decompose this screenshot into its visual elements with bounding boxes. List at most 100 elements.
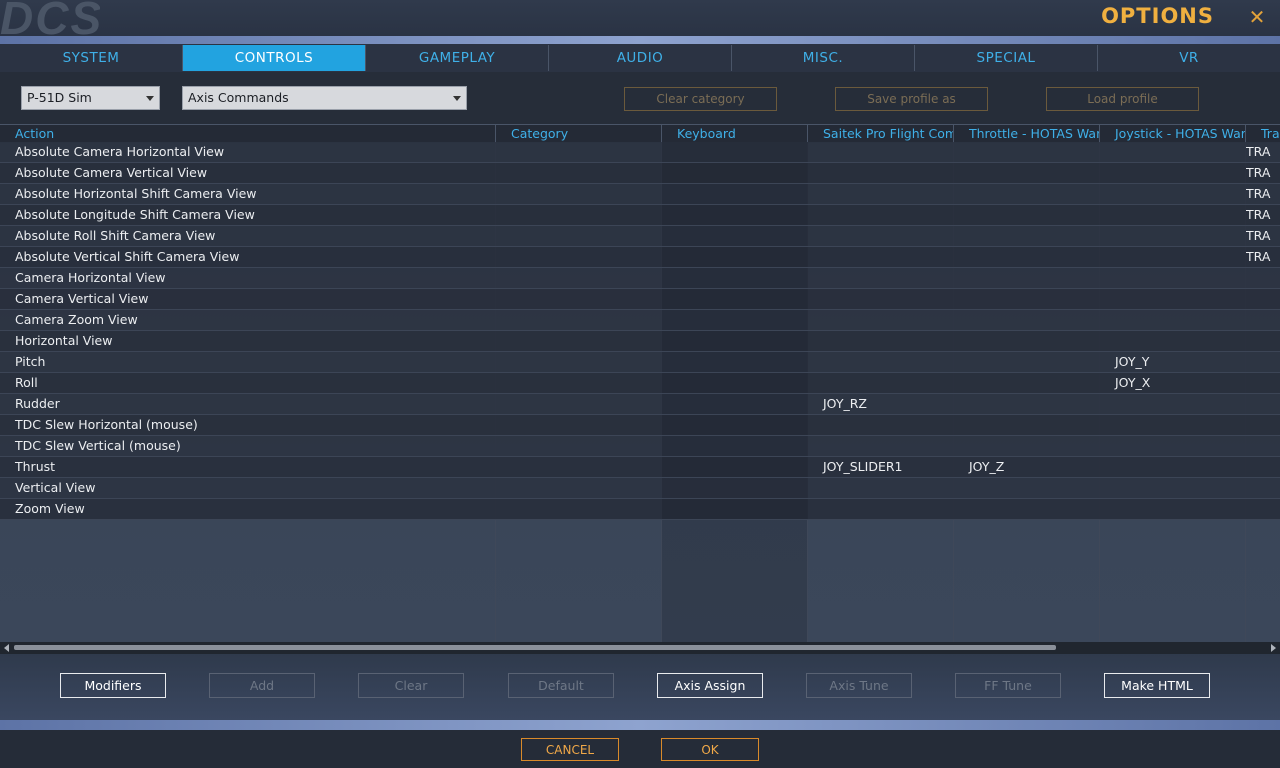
table-row[interactable]: Vertical View (0, 478, 1280, 499)
table-row[interactable]: Horizontal View (0, 331, 1280, 352)
table-row[interactable]: Absolute Longitude Shift Camera View TRA (0, 205, 1280, 226)
cell-track[interactable]: TRA (1246, 226, 1280, 246)
cell-keyboard[interactable] (662, 268, 808, 288)
cell-action[interactable]: Absolute Longitude Shift Camera View (0, 205, 496, 225)
cell-category[interactable] (496, 499, 662, 519)
column-header-throttle[interactable]: Throttle - HOTAS Wart (954, 125, 1100, 143)
save-profile-button[interactable]: Save profile as (835, 87, 988, 111)
cell-track[interactable]: TRA (1246, 184, 1280, 204)
tab-misc[interactable]: MISC. (732, 45, 915, 71)
cell-saitek[interactable] (808, 436, 954, 456)
cell-saitek[interactable]: JOY_SLIDER1 (808, 457, 954, 477)
aircraft-select[interactable]: P-51D Sim (21, 86, 160, 110)
cell-action[interactable]: Vertical View (0, 478, 496, 498)
cell-keyboard[interactable] (662, 352, 808, 372)
cell-keyboard[interactable] (662, 394, 808, 414)
cell-saitek[interactable] (808, 415, 954, 435)
cell-track[interactable] (1246, 436, 1280, 456)
axis-tune-button[interactable]: Axis Tune (806, 673, 912, 698)
cell-action[interactable]: Absolute Camera Vertical View (0, 163, 496, 183)
table-row[interactable]: Camera Zoom View (0, 310, 1280, 331)
scroll-right-icon[interactable] (1271, 644, 1276, 652)
cell-action[interactable]: Horizontal View (0, 331, 496, 351)
cell-category[interactable] (496, 247, 662, 267)
cell-category[interactable] (496, 436, 662, 456)
cell-joystick[interactable] (1100, 499, 1246, 519)
modifiers-button[interactable]: Modifiers (60, 673, 166, 698)
cell-saitek[interactable] (808, 331, 954, 351)
column-header-action[interactable]: Action (0, 125, 496, 143)
cell-action[interactable]: Camera Horizontal View (0, 268, 496, 288)
cell-joystick[interactable] (1100, 457, 1246, 477)
default-button[interactable]: Default (508, 673, 614, 698)
cell-throttle[interactable] (954, 436, 1100, 456)
cell-joystick[interactable] (1100, 268, 1246, 288)
tab-gameplay[interactable]: GAMEPLAY (366, 45, 549, 71)
cell-keyboard[interactable] (662, 457, 808, 477)
table-row[interactable]: Roll JOY_X (0, 373, 1280, 394)
cell-throttle[interactable] (954, 499, 1100, 519)
table-row[interactable]: Camera Vertical View (0, 289, 1280, 310)
cell-joystick[interactable] (1100, 331, 1246, 351)
cell-saitek[interactable] (808, 142, 954, 162)
cell-throttle[interactable] (954, 268, 1100, 288)
cell-keyboard[interactable] (662, 184, 808, 204)
table-row[interactable]: Thrust JOY_SLIDER1 JOY_Z (0, 457, 1280, 478)
cell-keyboard[interactable] (662, 163, 808, 183)
cell-action[interactable]: Absolute Horizontal Shift Camera View (0, 184, 496, 204)
cell-action[interactable]: Camera Vertical View (0, 289, 496, 309)
column-header-track[interactable]: Tra (1246, 125, 1280, 143)
cell-joystick[interactable] (1100, 478, 1246, 498)
cell-saitek[interactable] (808, 352, 954, 372)
cell-saitek[interactable] (808, 226, 954, 246)
cell-track[interactable] (1246, 352, 1280, 372)
table-row[interactable]: TDC Slew Horizontal (mouse) (0, 415, 1280, 436)
make-html-button[interactable]: Make HTML (1104, 673, 1210, 698)
cell-throttle[interactable] (954, 247, 1100, 267)
cell-joystick[interactable] (1100, 184, 1246, 204)
column-header-keyboard[interactable]: Keyboard (662, 125, 808, 143)
cell-category[interactable] (496, 352, 662, 372)
cell-throttle[interactable]: JOY_Z (954, 457, 1100, 477)
cell-track[interactable] (1246, 331, 1280, 351)
cell-keyboard[interactable] (662, 205, 808, 225)
cell-category[interactable] (496, 310, 662, 330)
cell-keyboard[interactable] (662, 415, 808, 435)
cell-joystick[interactable] (1100, 436, 1246, 456)
clear-category-button[interactable]: Clear category (624, 87, 777, 111)
cell-joystick[interactable] (1100, 142, 1246, 162)
cell-saitek[interactable] (808, 268, 954, 288)
table-row[interactable]: Rudder JOY_RZ (0, 394, 1280, 415)
cell-saitek[interactable] (808, 310, 954, 330)
cell-keyboard[interactable] (662, 436, 808, 456)
cell-category[interactable] (496, 289, 662, 309)
horizontal-scrollbar[interactable] (0, 642, 1280, 654)
cell-keyboard[interactable] (662, 499, 808, 519)
table-row[interactable]: Absolute Roll Shift Camera View TRA (0, 226, 1280, 247)
cell-throttle[interactable] (954, 478, 1100, 498)
cell-keyboard[interactable] (662, 478, 808, 498)
column-header-category[interactable]: Category (496, 125, 662, 143)
cell-action[interactable]: Rudder (0, 394, 496, 414)
cell-saitek[interactable] (808, 478, 954, 498)
cancel-button[interactable]: CANCEL (521, 738, 619, 761)
cell-track[interactable] (1246, 478, 1280, 498)
close-icon[interactable]: ✕ (1246, 6, 1268, 28)
cell-track[interactable] (1246, 268, 1280, 288)
table-row[interactable]: Absolute Vertical Shift Camera View TRA (0, 247, 1280, 268)
cell-category[interactable] (496, 142, 662, 162)
cell-joystick[interactable] (1100, 247, 1246, 267)
cell-keyboard[interactable] (662, 226, 808, 246)
table-row[interactable]: Absolute Camera Vertical View TRA (0, 163, 1280, 184)
cell-keyboard[interactable] (662, 247, 808, 267)
cell-category[interactable] (496, 478, 662, 498)
cell-track[interactable] (1246, 457, 1280, 477)
table-row[interactable]: Camera Horizontal View (0, 268, 1280, 289)
cell-saitek[interactable] (808, 289, 954, 309)
cell-throttle[interactable] (954, 289, 1100, 309)
cell-joystick[interactable]: JOY_Y (1100, 352, 1246, 372)
cell-throttle[interactable] (954, 310, 1100, 330)
cell-saitek[interactable] (808, 184, 954, 204)
tab-system[interactable]: SYSTEM (0, 45, 183, 71)
cell-action[interactable]: Roll (0, 373, 496, 393)
